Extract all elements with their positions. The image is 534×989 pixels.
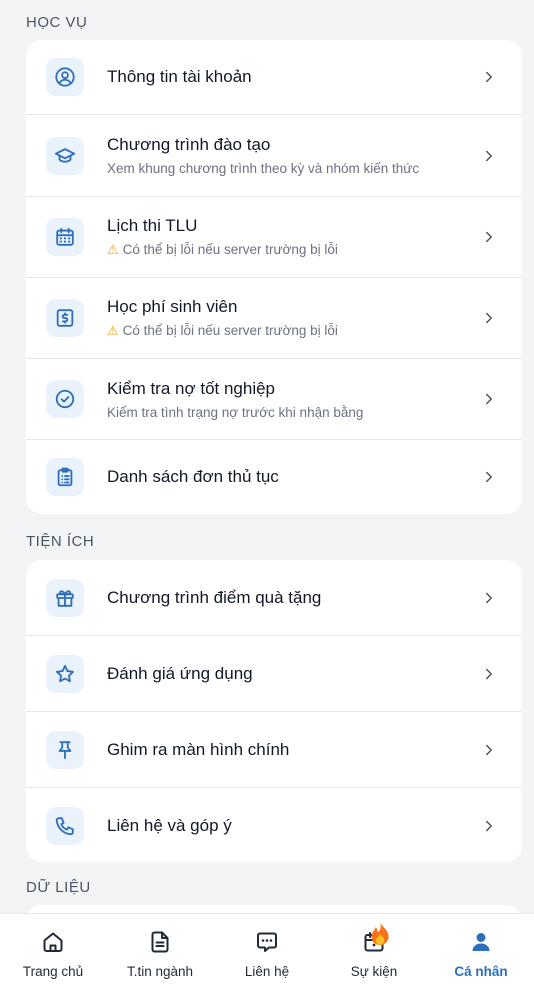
hoc-vu-card: Thông tin tài khoản Chương trình đào tạo… bbox=[26, 40, 522, 514]
warning-text: Có thể bị lỗi nếu server trường bị lỗi bbox=[122, 323, 338, 338]
warning-icon: ⚠ bbox=[107, 242, 119, 257]
menu-item-label: Liên hệ và góp ý bbox=[107, 816, 232, 835]
menu-item-account-info[interactable]: Thông tin tài khoản bbox=[26, 40, 522, 115]
user-circle-icon bbox=[46, 58, 84, 96]
event-calendar-icon bbox=[362, 922, 389, 954]
menu-item-graduation-debt[interactable]: Kiểm tra nợ tốt nghiệp Kiểm tra tình trạ… bbox=[26, 359, 522, 440]
home-icon bbox=[41, 930, 65, 954]
menu-item-subtitle: ⚠ Có thể bị lỗi nếu server trường bị lỗi bbox=[107, 242, 472, 258]
nav-item-events[interactable]: Sự kiện bbox=[321, 914, 427, 989]
chevron-right-icon bbox=[480, 228, 498, 246]
chevron-right-icon bbox=[480, 468, 498, 486]
section-title-du-lieu: DỮ LIỆU bbox=[26, 879, 91, 896]
menu-item-label: Ghim ra màn hình chính bbox=[107, 739, 290, 759]
clipboard-icon bbox=[46, 458, 84, 496]
document-icon bbox=[148, 930, 172, 954]
menu-item-training-program[interactable]: Chương trình đào tạo Xem khung chương tr… bbox=[26, 115, 522, 197]
star-icon bbox=[46, 654, 84, 693]
nav-label: T.tin ngành bbox=[126, 964, 194, 979]
chevron-right-icon bbox=[480, 741, 498, 759]
menu-item-label: Chương trình đào tạo bbox=[107, 135, 271, 154]
nav-item-major-info[interactable]: T.tin ngành bbox=[107, 914, 213, 989]
menu-item-label: Thông tin tài khoản bbox=[107, 67, 252, 86]
tien-ich-card: Chương trình điểm quà tặng Đánh giá ứng … bbox=[26, 560, 522, 862]
chat-icon bbox=[255, 930, 279, 954]
chevron-right-icon bbox=[480, 390, 498, 408]
menu-item-label: Kiểm tra nợ tốt nghiệp bbox=[107, 378, 276, 398]
menu-item-procedure-forms[interactable]: Danh sách đơn thủ tục bbox=[26, 440, 522, 514]
warning-text: Có thể bị lỗi nếu server trường bị lỗi bbox=[122, 242, 338, 257]
graduation-cap-icon bbox=[46, 136, 84, 175]
menu-item-subtitle: Kiểm tra tình trạng nợ trước khi nhận bằ… bbox=[107, 404, 364, 420]
menu-item-contact-feedback[interactable]: Liên hệ và góp ý bbox=[26, 788, 522, 862]
phone-icon bbox=[46, 807, 84, 845]
dollar-icon bbox=[46, 299, 84, 337]
nav-item-contact[interactable]: Liên hệ bbox=[214, 914, 320, 989]
check-circle-icon bbox=[46, 380, 84, 418]
nav-label: Cá nhân bbox=[454, 964, 508, 979]
menu-item-label: Chương trình điểm quà tặng bbox=[107, 587, 322, 607]
warning-icon: ⚠ bbox=[107, 323, 119, 338]
flame-icon bbox=[371, 922, 389, 946]
chevron-right-icon bbox=[480, 589, 498, 607]
menu-item-label: Danh sách đơn thủ tục bbox=[107, 467, 279, 486]
menu-item-subtitle: Xem khung chương trình theo kỳ và nhóm k… bbox=[107, 161, 420, 176]
nav-label: Trang chủ bbox=[22, 964, 84, 979]
pin-icon bbox=[46, 730, 84, 769]
nav-label: Liên hệ bbox=[244, 964, 290, 979]
menu-item-label: Lịch thi TLU bbox=[107, 216, 198, 235]
menu-item-subtitle: ⚠ Có thể bị lỗi nếu server trường bị lỗi bbox=[107, 323, 472, 339]
calendar-icon bbox=[46, 218, 84, 256]
nav-item-home[interactable]: Trang chủ bbox=[0, 914, 106, 989]
menu-item-label: Học phí sinh viên bbox=[107, 297, 238, 316]
menu-item-rate-app[interactable]: Đánh giá ứng dụng bbox=[26, 636, 522, 712]
menu-item-gift-points[interactable]: Chương trình điểm quà tặng bbox=[26, 560, 522, 636]
chevron-right-icon bbox=[480, 817, 498, 835]
chevron-right-icon bbox=[480, 147, 498, 165]
chevron-right-icon bbox=[480, 665, 498, 683]
user-icon bbox=[469, 930, 493, 954]
bottom-nav: Trang chủ T.tin ngành Liên hệ Sự kiện Cá… bbox=[0, 913, 534, 989]
menu-item-exam-schedule[interactable]: Lịch thi TLU ⚠ Có thể bị lỗi nếu server t… bbox=[26, 197, 522, 278]
gift-icon bbox=[46, 578, 84, 617]
section-title-tien-ich: TIỆN ÍCH bbox=[26, 533, 95, 550]
menu-item-tuition-fee[interactable]: Học phí sinh viên ⚠ Có thể bị lỗi nếu ser… bbox=[26, 278, 522, 359]
chevron-right-icon bbox=[480, 309, 498, 327]
nav-label: Sự kiện bbox=[350, 964, 398, 979]
menu-item-label: Đánh giá ứng dụng bbox=[107, 663, 253, 683]
nav-item-profile[interactable]: Cá nhân bbox=[428, 914, 534, 989]
menu-item-pin-home[interactable]: Ghim ra màn hình chính bbox=[26, 712, 522, 788]
chevron-right-icon bbox=[480, 68, 498, 86]
section-title-hoc-vu: HỌC VỤ bbox=[26, 14, 88, 31]
